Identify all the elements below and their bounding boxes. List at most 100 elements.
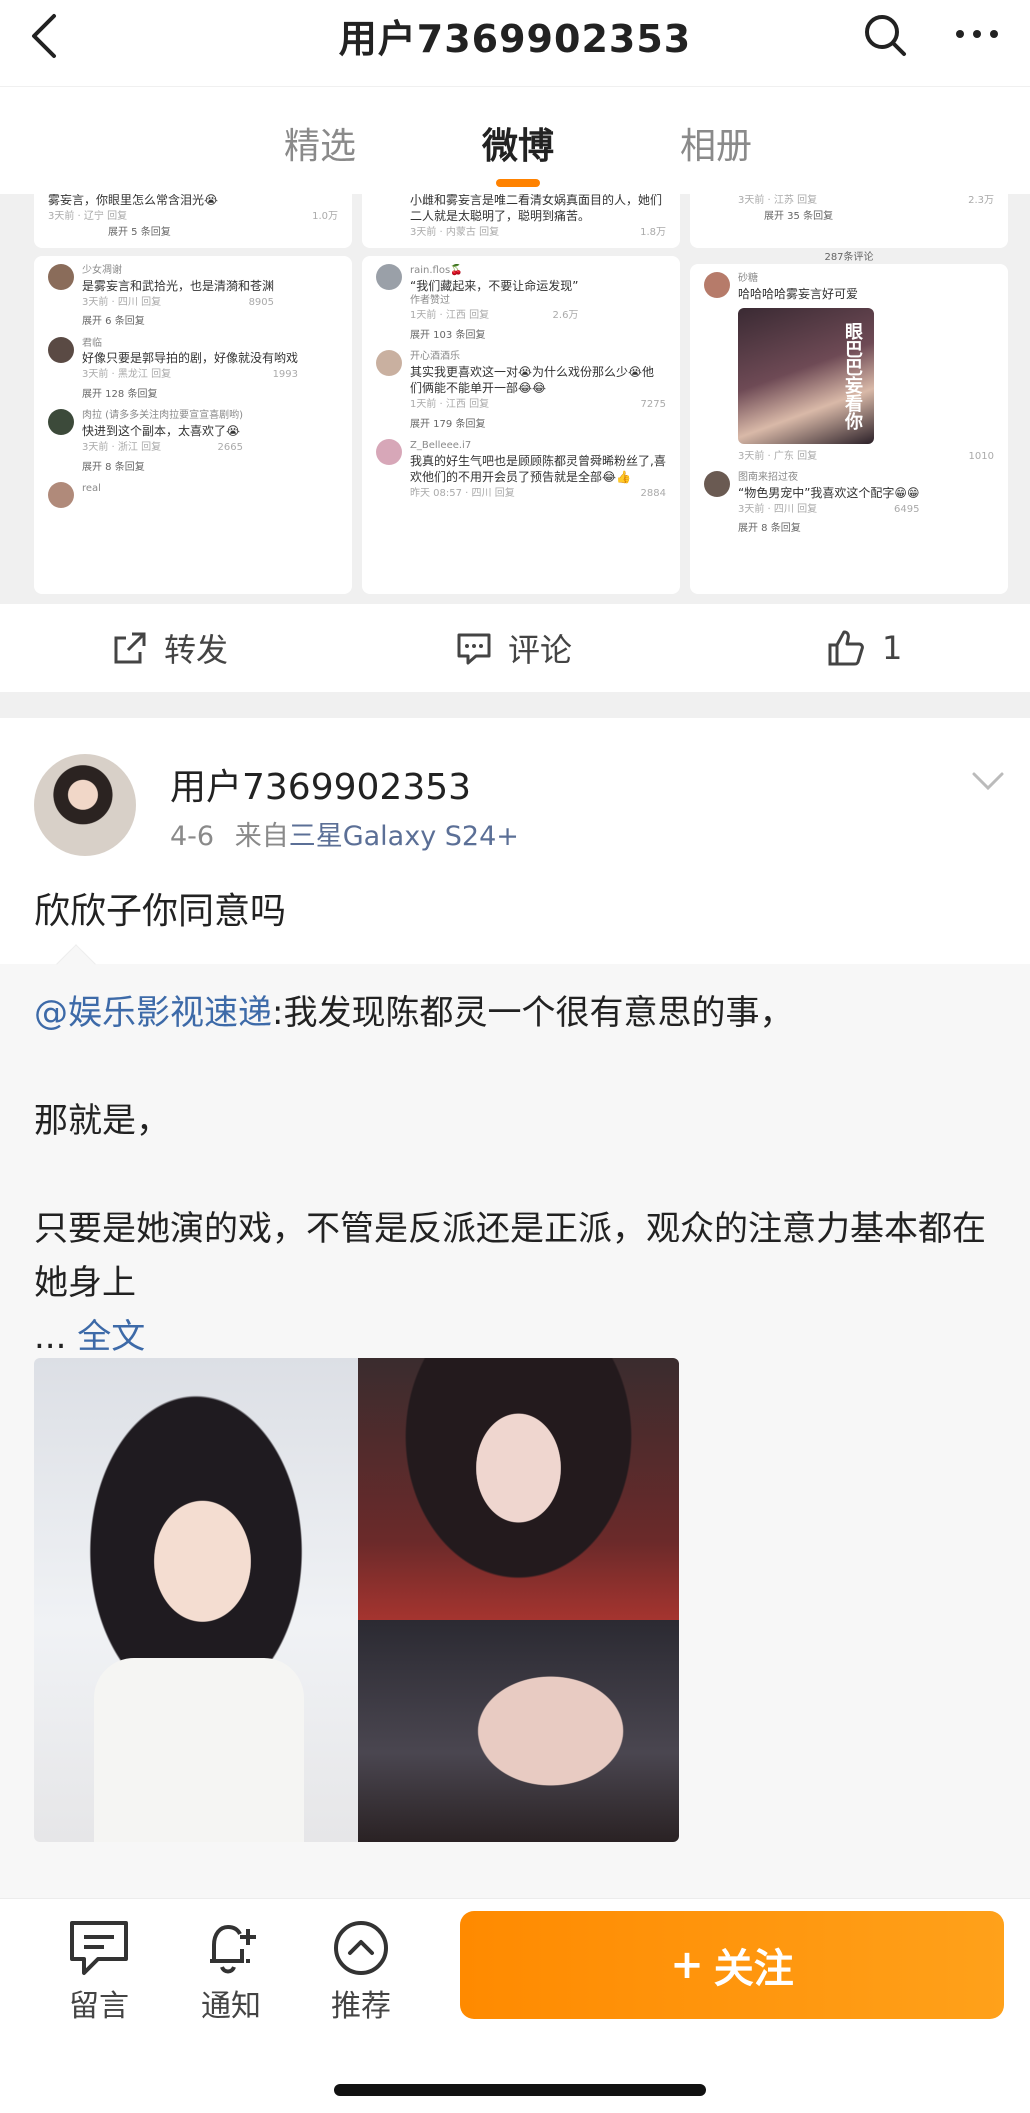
comment-card: 砂糖 哈哈哈哈雾妄言好可爱 眼巴巴妄看你 3天前 · 广东 回复 1010 图南来…: [690, 264, 1008, 594]
comment-text: 其实我更喜欢这一对😭为什么戏份那么少😭他们俩能不能单开一部😂😂: [410, 364, 655, 395]
reposted-line: 那就是，: [34, 1101, 170, 1141]
message-label: 留言: [69, 1989, 129, 2024]
expand-replies: 展开 103 条回复: [410, 329, 486, 341]
reposted-content[interactable]: @娱乐影视速递:我发现陈都灵一个很有意思的事， 那就是， 只要是她演的戏，不管是…: [0, 944, 1030, 1898]
comment-image: 眼巴巴妄看你: [738, 307, 874, 444]
message-icon: [70, 1921, 128, 1975]
recommend-label: 推荐: [331, 1989, 391, 2024]
like-button[interactable]: 1: [826, 604, 902, 692]
comment-text: 快进到这个副本，太喜欢了😭: [82, 423, 241, 438]
full-text-link[interactable]: 全文: [77, 1317, 145, 1357]
post-source-link[interactable]: 三星Galaxy S24+: [289, 821, 519, 852]
comment-likes: 1.0万: [312, 211, 338, 223]
bell-plus-icon: [210, 1924, 256, 1974]
post-meta: 4-6 来自三星Galaxy S24+: [170, 814, 519, 853]
recommend-button[interactable]: 推荐: [306, 1919, 416, 2025]
expand-replies: 展开 5 条回复: [108, 226, 171, 238]
comment-meta: 昨天 08:57 · 四川 回复: [410, 487, 515, 499]
repost-label: 转发: [164, 631, 229, 669]
comment-card: 少女凋谢 是雾妄言和武拾光，也是清漪和苍渊 3天前 · 四川 回复 8905 展开…: [34, 256, 352, 594]
repost-notch: [56, 944, 96, 984]
post-image[interactable]: [358, 1620, 679, 1842]
comment-meta: 3天前 · 广东 回复: [738, 450, 818, 462]
comment-meta: 1天前 · 江西 回复: [410, 399, 490, 411]
expand-replies: 展开 8 条回复: [738, 523, 801, 535]
commenter-name: 开心酒酒乐: [410, 351, 460, 363]
comment-count: 287条评论: [824, 252, 874, 263]
comment-card: 3天前 · 江苏 回复 2.3万 展开 35 条回复: [690, 194, 1008, 248]
post-image[interactable]: [358, 1358, 679, 1620]
comment-likes: 1.8万: [640, 227, 666, 239]
post-author-name[interactable]: 用户7369902353: [170, 758, 471, 810]
commenter-name: 少女凋谢: [82, 265, 122, 276]
search-icon[interactable]: [862, 12, 908, 58]
follow-label: 关注: [713, 1946, 794, 1992]
comment-likes: 1993: [272, 369, 299, 381]
commenter-name: Z_Belleee.i7: [410, 440, 472, 452]
reposted-line: 只要是她演的戏，不管是反派还是正派，观众的注意力基本都在她身上: [34, 1209, 986, 1303]
top-nav-bar: 用户7369902353: [0, 0, 1030, 86]
comment-button[interactable]: 评论: [456, 604, 572, 692]
comment-text: 是雾妄言和武拾光，也是清漪和苍渊: [82, 278, 275, 293]
tab-featured[interactable]: 精选: [284, 117, 356, 169]
post-image[interactable]: [34, 1358, 358, 1842]
comment-meta: 1天前 · 江西 回复: [410, 310, 490, 322]
reposted-text: @娱乐影视速递:我发现陈都灵一个很有意思的事， 那就是， 只要是她演的戏，不管是…: [34, 986, 1000, 1364]
commenter-name: 君临: [82, 337, 102, 349]
avatar: [376, 350, 402, 377]
comment-likes: 1010: [968, 450, 994, 462]
thumbs-up-icon: [828, 630, 864, 666]
post-image-collage[interactable]: 雾妄言，你眼里怎么常含泪光😭 3天前 · 辽宁 回复 1.0万 展开 5 条回复 …: [0, 194, 1030, 604]
plus-icon: +: [670, 1942, 704, 1988]
comment-text: 好像只要是郭导拍的剧，好像就没有哟戏: [82, 351, 299, 366]
tab-weibo[interactable]: 微博: [482, 117, 554, 169]
comment-card: 雾妄言，你眼里怎么常含泪光😭 3天前 · 辽宁 回复 1.0万 展开 5 条回复: [34, 194, 352, 248]
comment-likes: 7275: [640, 399, 666, 411]
commenter-name: 图南来招过夜: [738, 472, 798, 484]
chevron-down-icon[interactable]: [970, 770, 1006, 794]
notify-label: 通知: [201, 1989, 261, 2024]
comment-likes: 6495: [894, 503, 920, 515]
tab-album[interactable]: 相册: [680, 117, 752, 169]
comment-text: 小雌和雾妄言是唯二看清女娲真面目的人，她们二人就是太聪明了，聪明到痛苦。: [410, 194, 663, 224]
bottom-action-bar: 留言 通知 推荐 + 关注: [0, 1898, 1030, 2113]
comment-text: 雾妄言，你眼里怎么常含泪光😭: [48, 194, 219, 207]
comment-meta: 3天前 · 黑龙江 回复: [82, 369, 172, 381]
post-separator: [0, 692, 1030, 718]
post-image-grid: [34, 1358, 679, 1842]
post-text: 欣欣子你同意吗: [34, 891, 287, 932]
follow-button[interactable]: + 关注: [460, 1911, 1004, 2019]
avatar: [376, 264, 402, 290]
avatar: [48, 482, 74, 509]
commenter-name: rain.flos🍒: [410, 265, 463, 276]
mention-link[interactable]: @娱乐影视速递: [34, 993, 272, 1033]
comment-meta: 3天前 · 四川 回复: [738, 503, 818, 515]
expand-replies: 展开 35 条回复: [764, 210, 834, 222]
comment-likes: 2884: [640, 487, 666, 499]
comment-card: rain.flos🍒 “我们藏起来，不要让命运发现” 作者赞过 1天前 · 江西…: [362, 256, 680, 594]
comment-likes: 2665: [217, 442, 243, 454]
more-options-icon[interactable]: [952, 14, 1002, 54]
avatar: [48, 264, 74, 290]
comment-likes: 8905: [248, 296, 275, 308]
repost-button[interactable]: 转发: [112, 604, 228, 692]
comment-text: 哈哈哈哈雾妄言好可爱: [738, 286, 859, 301]
image-caption: 眼巴巴妄看你: [842, 321, 863, 430]
avatar: [48, 409, 74, 436]
repost-icon: [114, 632, 146, 664]
comment-text: “物色男宠中”我喜欢这个配字😁😁: [738, 485, 920, 500]
message-button[interactable]: 留言: [44, 1919, 154, 2025]
comment-text: 我真的好生气吧也是顾顾陈都灵曾舜晞粉丝了,喜欢他们的不用开会员了预告就是全部😂👍: [410, 453, 666, 484]
comment-icon: [457, 633, 491, 665]
notify-button[interactable]: 通知: [176, 1919, 286, 2025]
comment-meta: 3天前 · 辽宁 回复: [48, 211, 128, 223]
comment-meta: 3天前 · 浙江 回复: [82, 442, 162, 454]
active-tab-indicator: [496, 179, 540, 187]
expand-replies: 展开 6 条回复: [82, 316, 145, 328]
post-card: 用户7369902353 4-6 来自三星Galaxy S24+ 欣欣子你同意吗…: [0, 718, 1030, 1898]
commenter-name: 肉拉 (请多多关注肉拉要宣宣喜剧哟): [82, 410, 243, 422]
reposted-line: :我发现陈都灵一个很有意思的事，: [272, 993, 794, 1033]
expand-replies: 展开 179 条回复: [410, 418, 486, 430]
comment-likes: 2.3万: [968, 195, 994, 206]
avatar[interactable]: [34, 754, 136, 856]
